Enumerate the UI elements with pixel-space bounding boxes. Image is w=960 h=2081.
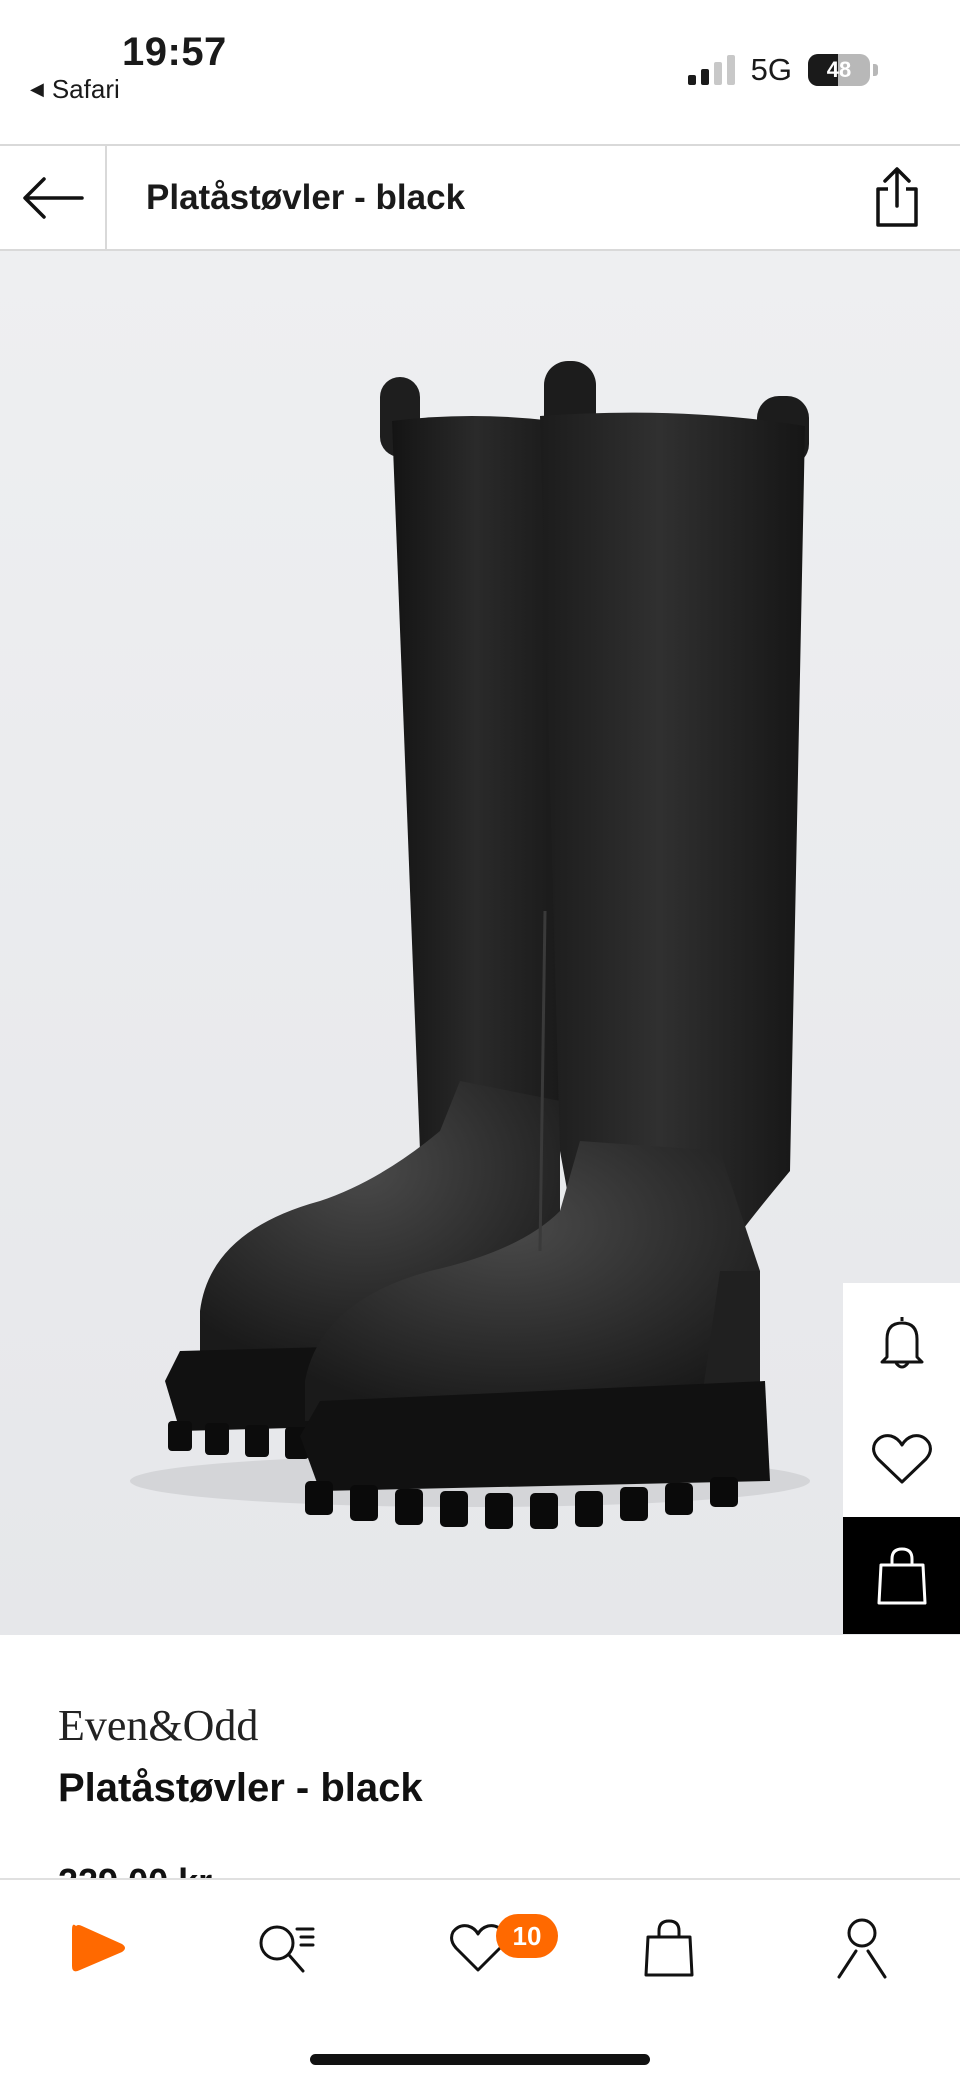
wishlist-button[interactable] [843, 1400, 960, 1517]
back-triangle-icon: ◀ [30, 79, 44, 99]
status-time: 19:57 [122, 30, 227, 74]
signal-icon [687, 55, 735, 85]
battery-percent: 48 [826, 57, 852, 82]
shopping-bag-icon [877, 1546, 926, 1604]
profile-icon [837, 1918, 887, 1979]
back-to-app-link[interactable]: ◀ Safari [30, 74, 120, 105]
home-indicator [310, 2054, 650, 2065]
tab-profile[interactable] [822, 1908, 902, 1988]
back-button[interactable] [0, 146, 107, 249]
product-name: Platåstøvler - black [58, 1766, 423, 1810]
bell-icon [880, 1316, 923, 1368]
top-nav: Platåstøvler - black [0, 144, 960, 251]
product-image[interactable] [0, 251, 960, 1635]
bottom-tab-bar: 10 [0, 1878, 960, 2081]
tab-search[interactable] [246, 1908, 326, 1988]
share-button[interactable] [864, 164, 930, 230]
wishlist-count-badge: 10 [496, 1914, 558, 1958]
page-title: Platåstøvler - black [146, 177, 466, 217]
brand-name[interactable]: Even&Odd [58, 1700, 258, 1751]
back-app-label: Safari [51, 74, 120, 104]
battery-icon: 48 [808, 54, 870, 86]
notify-button[interactable] [843, 1283, 960, 1400]
tab-home[interactable] [58, 1908, 138, 1988]
status-bar: 19:57 ◀ Safari 5G 48 [0, 0, 960, 144]
battery-cap [873, 64, 878, 76]
side-actions [843, 1283, 960, 1634]
status-indicators: 5G 48 [687, 52, 878, 88]
search-list-icon [259, 1925, 315, 1973]
add-to-bag-button[interactable] [843, 1517, 960, 1634]
share-icon [876, 167, 918, 227]
bag-icon [644, 1919, 694, 1977]
arrow-left-icon [22, 176, 84, 219]
home-play-icon [72, 1924, 125, 1972]
tab-bag[interactable] [629, 1908, 709, 1988]
heart-icon [871, 1433, 932, 1483]
boots-photo [0, 251, 960, 1635]
network-label: 5G [750, 52, 792, 87]
